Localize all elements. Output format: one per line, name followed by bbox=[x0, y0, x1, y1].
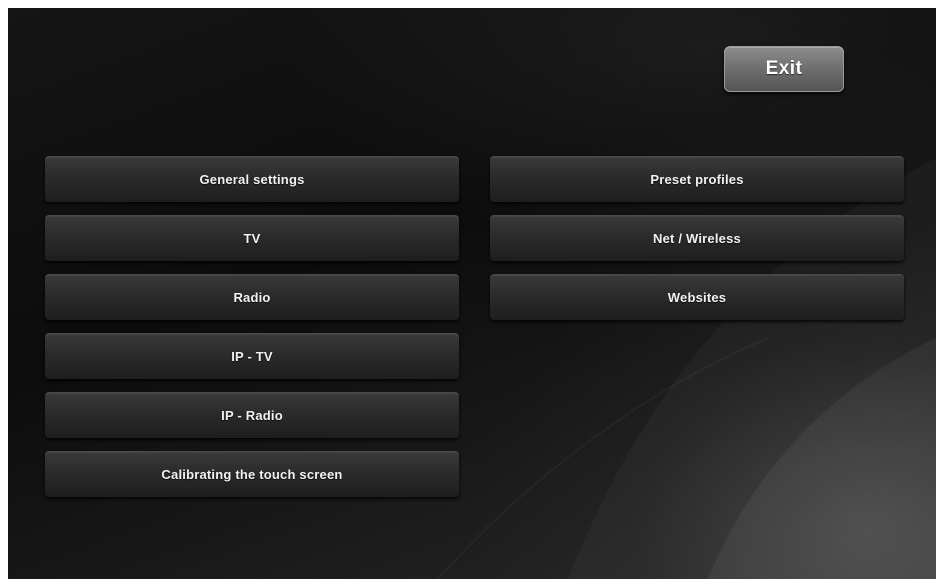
net-wireless-button[interactable]: Net / Wireless bbox=[490, 215, 904, 261]
preset-profiles-button[interactable]: Preset profiles bbox=[490, 156, 904, 202]
websites-button[interactable]: Websites bbox=[490, 274, 904, 320]
calibrate-touch-screen-label: Calibrating the touch screen bbox=[161, 467, 343, 482]
preset-profiles-label: Preset profiles bbox=[650, 172, 744, 187]
websites-label: Websites bbox=[667, 290, 727, 305]
net-wireless-label: Net / Wireless bbox=[653, 231, 741, 246]
tv-button[interactable]: TV bbox=[45, 215, 459, 261]
settings-screen: Exit General settings TV Radio IP - TV I… bbox=[8, 8, 936, 579]
exit-button[interactable]: Exit bbox=[724, 46, 844, 92]
general-settings-label: General settings bbox=[199, 172, 305, 187]
radio-button[interactable]: Radio bbox=[45, 274, 459, 320]
general-settings-button[interactable]: General settings bbox=[45, 156, 459, 202]
calibrate-touch-screen-button[interactable]: Calibrating the touch screen bbox=[45, 451, 459, 497]
radio-label: Radio bbox=[233, 290, 271, 305]
tv-label: TV bbox=[243, 231, 261, 246]
ip-tv-button[interactable]: IP - TV bbox=[45, 333, 459, 379]
ip-radio-button[interactable]: IP - Radio bbox=[45, 392, 459, 438]
exit-button-label: Exit bbox=[765, 58, 803, 79]
ip-radio-label: IP - Radio bbox=[221, 408, 283, 423]
ip-tv-label: IP - TV bbox=[231, 349, 273, 364]
